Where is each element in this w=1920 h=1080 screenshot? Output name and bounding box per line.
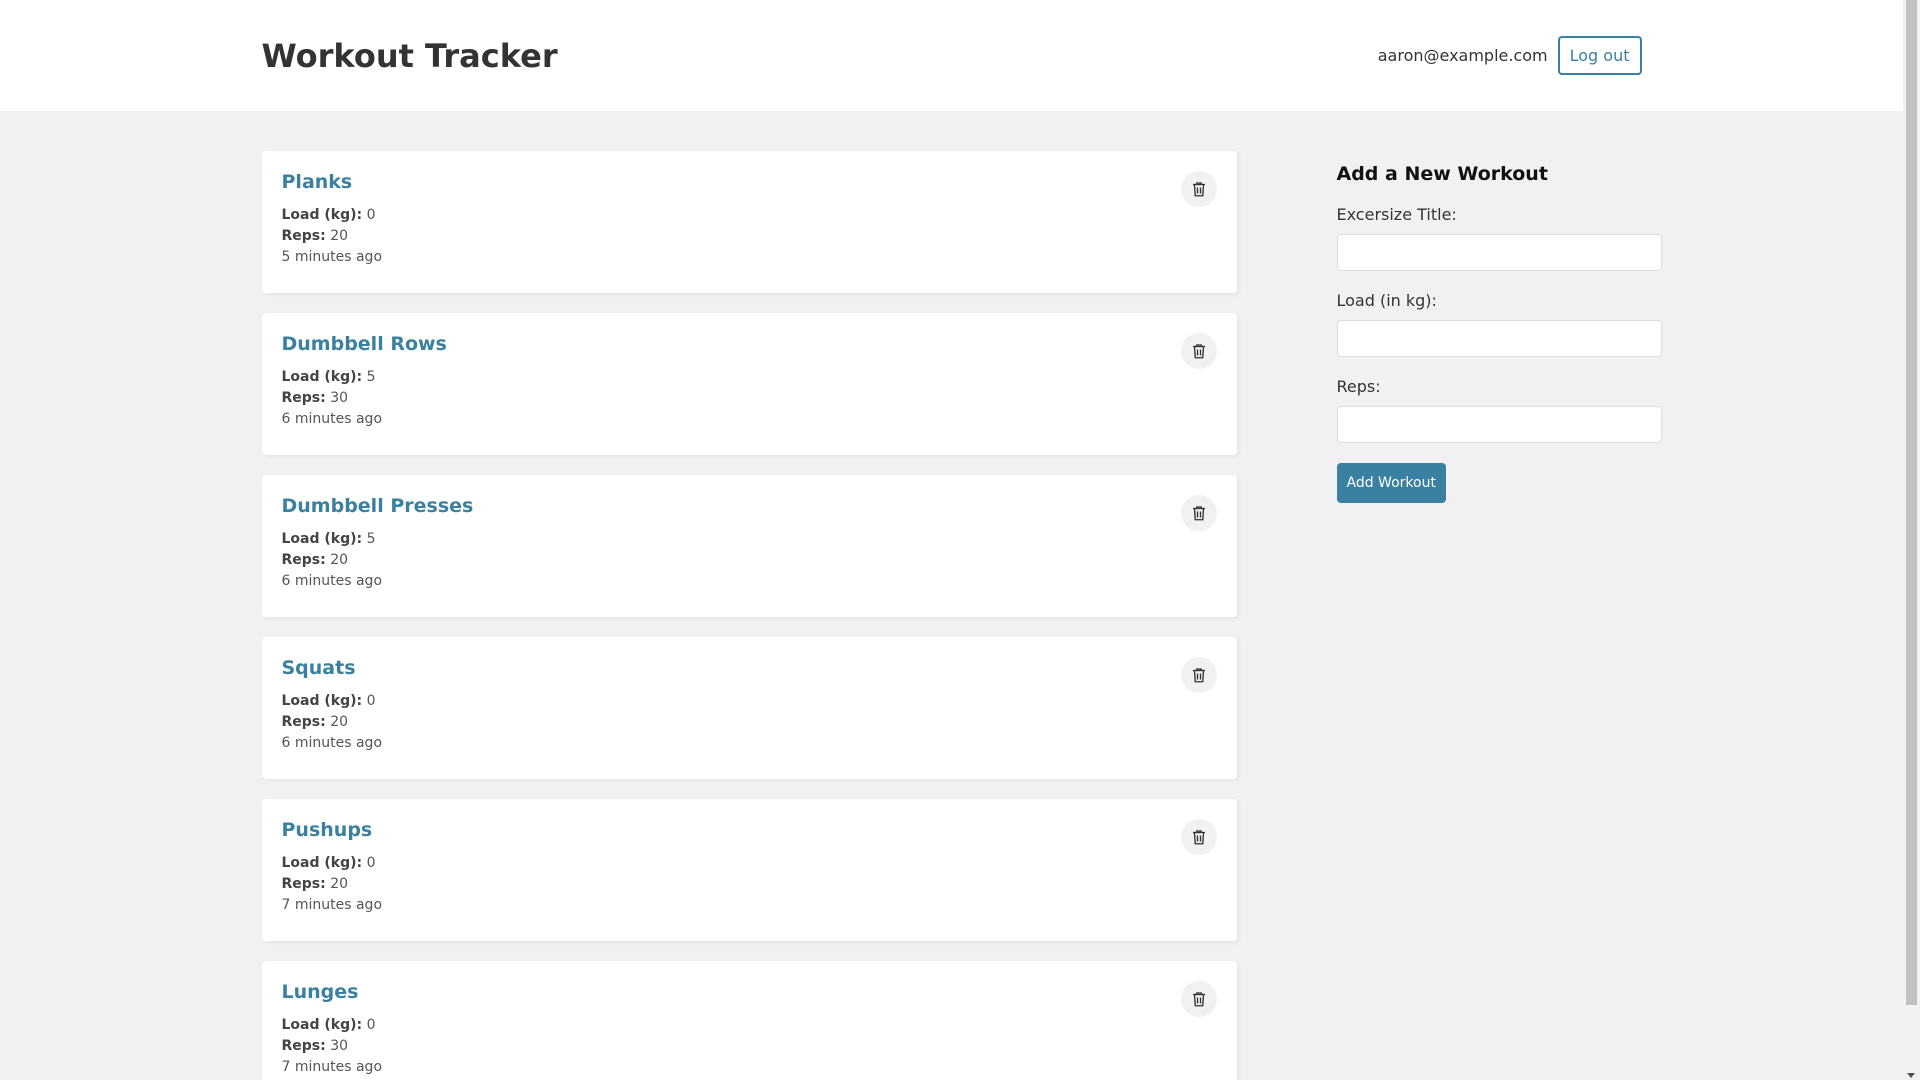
- reps-label: Reps:: [281, 552, 326, 568]
- workout-load: Load (kg): 5: [282, 529, 1217, 550]
- load-label: Load (kg):: [281, 531, 363, 547]
- workout-load: Load (kg): 5: [282, 367, 1217, 388]
- trash-icon: [1192, 506, 1205, 521]
- load-value: 0: [366, 693, 376, 709]
- workout-load: Load (kg): 0: [282, 691, 1217, 712]
- workout-title: Dumbbell Presses: [281, 495, 474, 517]
- workout-title: Dumbbell Rows: [281, 333, 447, 355]
- workout-title: Squats: [281, 657, 356, 679]
- load-value: 0: [366, 855, 376, 871]
- logout-button[interactable]: Log out: [1557, 36, 1642, 75]
- workout-time: 7 minutes ago: [281, 1059, 383, 1075]
- reps-value: 20: [330, 876, 349, 892]
- workout-card: Pushups Load (kg): 0 Reps: 20 7 minutes …: [261, 799, 1237, 941]
- header-container: Workout Tracker aaron@example.com Log ou…: [252, 0, 1652, 111]
- reps-label: Reps:: [281, 228, 326, 244]
- delete-button[interactable]: [1180, 657, 1217, 693]
- workout-title: Pushups: [281, 819, 373, 841]
- load-value: 5: [366, 369, 376, 385]
- workout-time: 5 minutes ago: [281, 249, 383, 265]
- site-header: Workout Tracker aaron@example.com Log ou…: [0, 0, 1903, 111]
- workout-card: Lunges Load (kg): 0 Reps: 30 7 minutes a…: [261, 961, 1237, 1080]
- reps-value: 20: [330, 552, 349, 568]
- main-content: Planks Load (kg): 0 Reps: 20 5 minutes a…: [252, 151, 1662, 1080]
- app-title[interactable]: Workout Tracker: [262, 37, 558, 75]
- load-label: Load (kg):: [281, 207, 363, 223]
- workout-reps: Reps: 30: [282, 388, 1217, 409]
- reps-value: 20: [330, 714, 349, 730]
- workout-reps: Reps: 20: [282, 712, 1217, 733]
- load-label: Load (in kg):: [1336, 291, 1437, 310]
- load-label: Load (kg):: [281, 369, 363, 385]
- delete-button[interactable]: [1180, 495, 1217, 531]
- load-value: 0: [366, 1017, 376, 1033]
- user-nav: aaron@example.com Log out: [1378, 36, 1642, 75]
- reps-label: Reps:: [281, 1038, 326, 1054]
- reps-value: 20: [330, 228, 349, 244]
- scrollbar-thumb[interactable]: [1906, 0, 1917, 1005]
- form-heading: Add a New Workout: [1336, 163, 1548, 185]
- workout-time: 7 minutes ago: [281, 897, 383, 913]
- reps-value: 30: [330, 1038, 349, 1054]
- workout-load: Load (kg): 0: [282, 853, 1217, 874]
- trash-icon: [1192, 344, 1205, 359]
- reps-label: Reps:: [281, 714, 326, 730]
- trash-icon: [1192, 668, 1205, 683]
- title-label: Excersize Title:: [1336, 205, 1457, 224]
- delete-button[interactable]: [1180, 981, 1217, 1017]
- workout-card: Squats Load (kg): 0 Reps: 20 6 minutes a…: [261, 637, 1237, 779]
- reps-input[interactable]: [1336, 406, 1662, 443]
- load-input[interactable]: [1336, 320, 1662, 357]
- page: Workout Tracker aaron@example.com Log ou…: [0, 0, 1903, 1080]
- reps-label: Reps:: [1336, 377, 1381, 396]
- delete-button[interactable]: [1180, 333, 1217, 369]
- workout-reps: Reps: 30: [282, 1036, 1217, 1057]
- trash-icon: [1192, 182, 1205, 197]
- trash-icon: [1192, 992, 1205, 1007]
- load-label: Load (kg):: [281, 1017, 363, 1033]
- workout-title: Lunges: [281, 981, 359, 1003]
- workout-card: Dumbbell Rows Load (kg): 5 Reps: 30 6 mi…: [261, 313, 1237, 455]
- scroll-down-arrow-icon[interactable]: [1907, 1073, 1915, 1078]
- reps-label: Reps:: [281, 390, 326, 406]
- workout-card: Dumbbell Presses Load (kg): 5 Reps: 20 6…: [261, 475, 1237, 617]
- workout-card: Planks Load (kg): 0 Reps: 20 5 minutes a…: [261, 151, 1237, 293]
- workout-title: Planks: [281, 171, 353, 193]
- load-value: 5: [366, 531, 376, 547]
- add-workout-button[interactable]: Add Workout: [1336, 463, 1446, 503]
- load-value: 0: [366, 207, 376, 223]
- trash-icon: [1192, 830, 1205, 845]
- workout-reps: Reps: 20: [282, 550, 1217, 571]
- delete-button[interactable]: [1180, 819, 1217, 855]
- user-email: aaron@example.com: [1377, 46, 1548, 65]
- workout-list: Planks Load (kg): 0 Reps: 20 5 minutes a…: [261, 151, 1237, 1080]
- workout-reps: Reps: 20: [282, 226, 1217, 247]
- reps-value: 30: [330, 390, 349, 406]
- workout-time: 6 minutes ago: [281, 411, 383, 427]
- workout-load: Load (kg): 0: [282, 1015, 1217, 1036]
- workout-time: 6 minutes ago: [281, 573, 383, 589]
- workout-reps: Reps: 20: [282, 874, 1217, 895]
- reps-label: Reps:: [281, 876, 326, 892]
- add-workout-form: Add a New Workout Excersize Title: Load …: [1336, 151, 1662, 1080]
- workout-time: 6 minutes ago: [281, 735, 383, 751]
- scrollbar[interactable]: [1903, 0, 1920, 1080]
- delete-button[interactable]: [1180, 171, 1217, 207]
- load-label: Load (kg):: [281, 855, 363, 871]
- load-label: Load (kg):: [281, 693, 363, 709]
- workout-load: Load (kg): 0: [282, 205, 1217, 226]
- title-input[interactable]: [1336, 234, 1662, 271]
